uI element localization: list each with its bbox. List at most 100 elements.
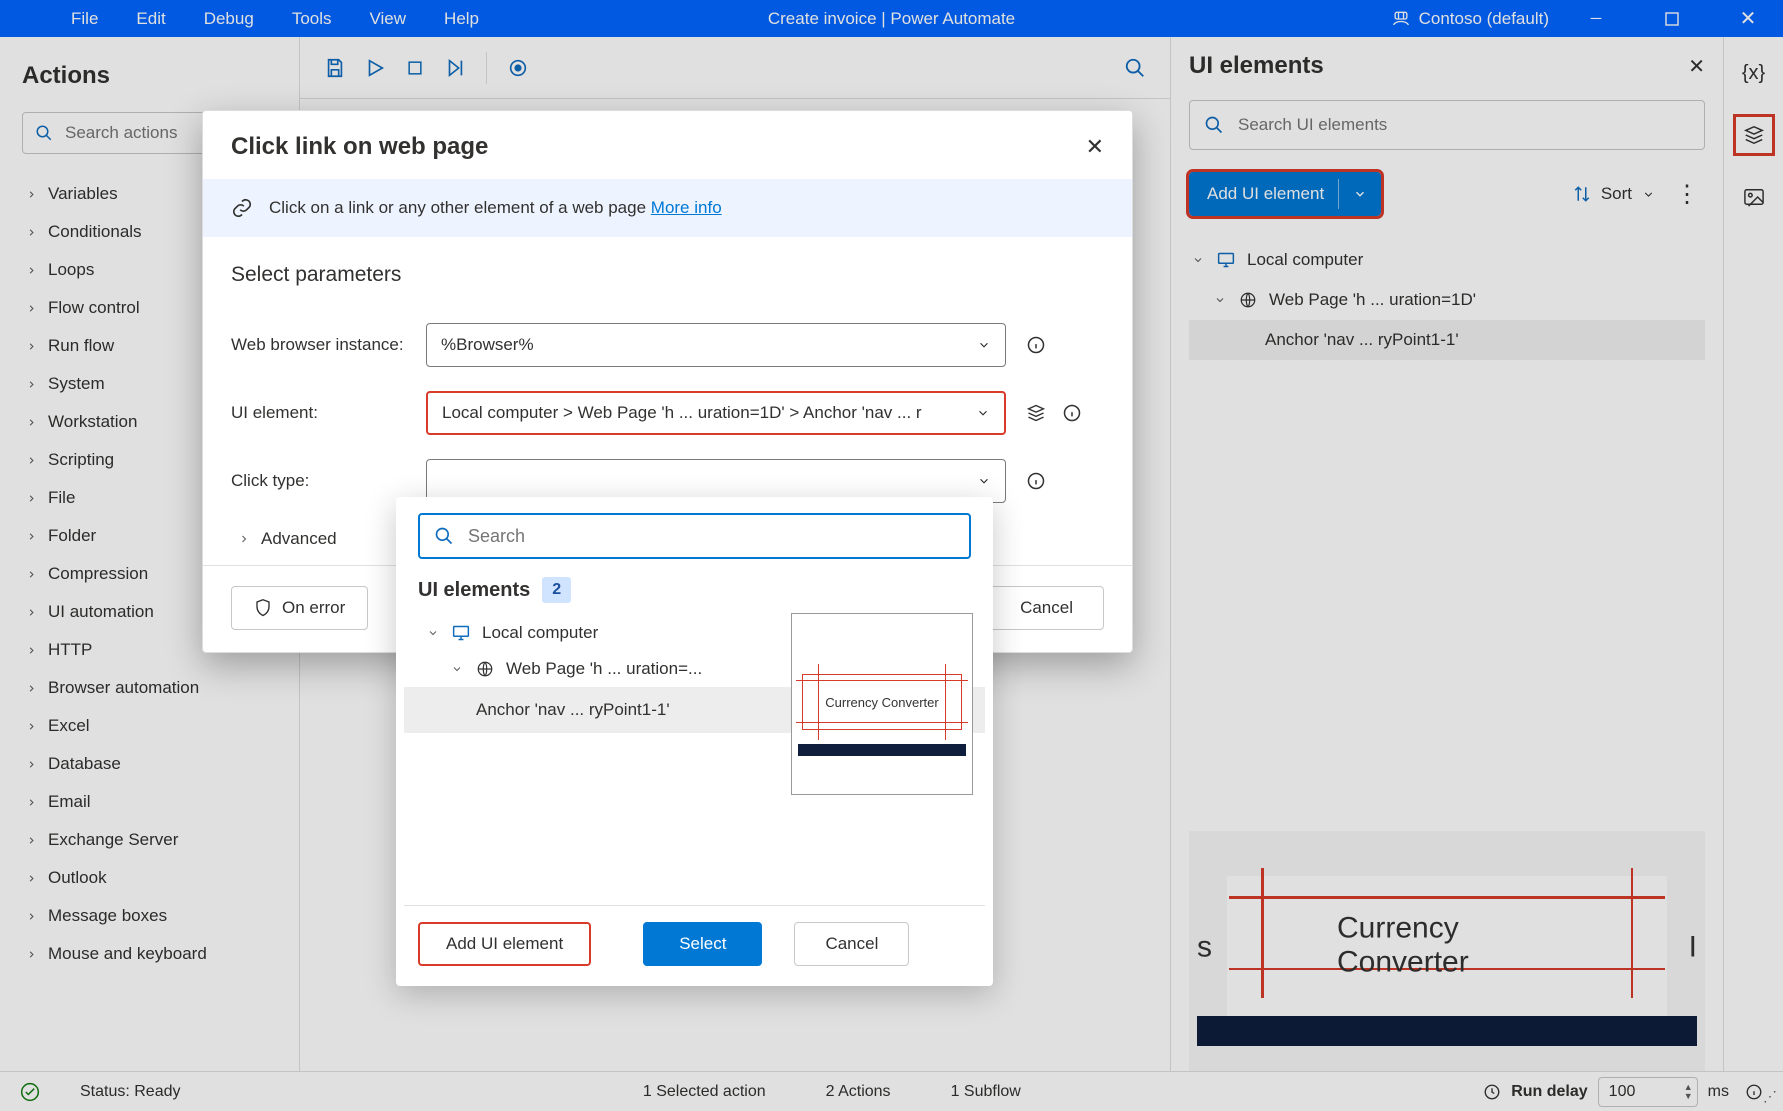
info-icon[interactable] bbox=[1026, 471, 1046, 491]
section-parameters: Select parameters bbox=[231, 263, 1104, 287]
tree-anchor[interactable]: Anchor 'nav ... ryPoint1-1' bbox=[1189, 320, 1705, 360]
chevron-right-icon bbox=[24, 683, 38, 694]
chevron-down-icon bbox=[976, 406, 990, 420]
picker-search-input[interactable] bbox=[466, 525, 955, 548]
computer-icon bbox=[1215, 251, 1237, 269]
resize-grip-icon[interactable]: ⋰ bbox=[1763, 1088, 1777, 1105]
action-category[interactable]: Excel bbox=[22, 708, 287, 744]
chevron-right-icon bbox=[24, 379, 38, 390]
tree-root[interactable]: Local computer bbox=[1189, 240, 1705, 280]
delay-value: 100 bbox=[1609, 1083, 1636, 1101]
chevron-right-icon bbox=[24, 569, 38, 580]
delay-input[interactable]: 100 ▲▼ bbox=[1598, 1077, 1698, 1107]
tree-page[interactable]: Web Page 'h ... uration=1D' bbox=[1189, 280, 1705, 320]
ui-elements-rail-button[interactable] bbox=[1736, 117, 1772, 153]
picker-add-button[interactable]: Add UI element bbox=[418, 922, 591, 966]
action-category-label: Run flow bbox=[48, 336, 114, 356]
menu-debug[interactable]: Debug bbox=[188, 3, 270, 35]
ui-search[interactable] bbox=[1189, 100, 1705, 150]
save-button[interactable] bbox=[318, 51, 352, 85]
on-error-label: On error bbox=[282, 598, 345, 618]
picker-count-badge: 2 bbox=[542, 577, 571, 603]
layers-icon[interactable] bbox=[1026, 403, 1046, 423]
picker-preview-text: Currency Converter bbox=[825, 695, 938, 710]
action-category-label: Variables bbox=[48, 184, 118, 204]
menu-tools[interactable]: Tools bbox=[276, 3, 348, 35]
chevron-down-icon bbox=[450, 663, 464, 675]
spinner-icon[interactable]: ▲▼ bbox=[1684, 1083, 1693, 1101]
uielement-dropdown[interactable]: Local computer > Web Page 'h ... uration… bbox=[426, 391, 1006, 435]
ui-pane-close[interactable]: ✕ bbox=[1688, 54, 1705, 79]
browser-dropdown[interactable]: %Browser% bbox=[426, 323, 1006, 367]
variables-rail-button[interactable]: {x} bbox=[1736, 55, 1772, 91]
chevron-right-icon bbox=[24, 645, 38, 656]
record-button[interactable] bbox=[501, 51, 535, 85]
tree-page-label: Web Page 'h ... uration=1D' bbox=[1269, 290, 1476, 310]
link-icon bbox=[231, 197, 253, 219]
on-error-button[interactable]: On error bbox=[231, 586, 368, 630]
account-name: Contoso (default) bbox=[1419, 9, 1549, 29]
menu-view[interactable]: View bbox=[354, 3, 423, 35]
tree-root-label: Local computer bbox=[1247, 250, 1363, 270]
sort-button[interactable]: Sort bbox=[1573, 184, 1655, 204]
step-button[interactable] bbox=[438, 51, 472, 85]
action-category-label: Excel bbox=[48, 716, 90, 736]
window-maximize[interactable] bbox=[1643, 0, 1701, 37]
chevron-right-icon bbox=[24, 759, 38, 770]
menu-help[interactable]: Help bbox=[428, 3, 495, 35]
chevron-right-icon bbox=[24, 341, 38, 352]
action-category-label: Scripting bbox=[48, 450, 114, 470]
dialog-title: Click link on web page bbox=[231, 133, 488, 161]
ui-pane-title: UI elements bbox=[1189, 52, 1324, 80]
info-icon[interactable] bbox=[1745, 1083, 1763, 1101]
action-category-label: System bbox=[48, 374, 105, 394]
chevron-right-icon bbox=[24, 265, 38, 276]
window-close[interactable]: ✕ bbox=[1719, 0, 1777, 37]
more-menu[interactable]: ⋮ bbox=[1669, 180, 1705, 209]
action-category[interactable]: Message boxes bbox=[22, 898, 287, 934]
window-title: Create invoice | Power Automate bbox=[768, 9, 1015, 29]
action-category[interactable]: Outlook bbox=[22, 860, 287, 896]
picker-select-button[interactable]: Select bbox=[643, 922, 762, 966]
action-category-label: UI automation bbox=[48, 602, 154, 622]
chevron-right-icon bbox=[24, 949, 38, 960]
ui-search-input[interactable] bbox=[1236, 114, 1690, 136]
info-icon[interactable] bbox=[1026, 335, 1046, 355]
uielement-label: UI element: bbox=[231, 403, 426, 423]
preview-crop-right: I bbox=[1669, 931, 1697, 965]
status-ready: Status: Ready bbox=[80, 1083, 181, 1101]
action-category[interactable]: Browser automation bbox=[22, 670, 287, 706]
action-category-label: Database bbox=[48, 754, 121, 774]
status-subflow: 1 Subflow bbox=[951, 1083, 1021, 1101]
run-button[interactable] bbox=[358, 51, 392, 85]
window-minimize[interactable]: ─ bbox=[1567, 0, 1625, 37]
picker-cancel-button[interactable]: Cancel bbox=[794, 922, 909, 966]
action-category[interactable]: Database bbox=[22, 746, 287, 782]
info-icon[interactable] bbox=[1062, 403, 1082, 423]
add-ui-element-button[interactable]: Add UI element bbox=[1189, 172, 1381, 216]
dialog-cancel-button[interactable]: Cancel bbox=[989, 586, 1104, 630]
account-picker[interactable]: Contoso (default) bbox=[1391, 9, 1549, 29]
action-category[interactable]: Email bbox=[22, 784, 287, 820]
clock-icon bbox=[1483, 1083, 1501, 1101]
more-info-link[interactable]: More info bbox=[651, 198, 722, 217]
picker-search[interactable] bbox=[418, 513, 971, 559]
actions-title: Actions bbox=[22, 62, 287, 90]
stop-button[interactable] bbox=[398, 51, 432, 85]
picker-root-label: Local computer bbox=[482, 623, 598, 643]
chevron-down-icon bbox=[977, 474, 991, 488]
images-rail-button[interactable] bbox=[1736, 179, 1772, 215]
dialog-close[interactable]: ✕ bbox=[1086, 134, 1104, 160]
chevron-down-icon bbox=[1213, 294, 1227, 306]
menu-file[interactable]: File bbox=[55, 3, 114, 35]
chevron-down-icon bbox=[426, 627, 440, 639]
action-category[interactable]: Exchange Server bbox=[22, 822, 287, 858]
menu-edit[interactable]: Edit bbox=[120, 3, 181, 35]
preview-text: Currency Converter bbox=[1337, 912, 1557, 980]
account-icon bbox=[1391, 9, 1411, 29]
check-icon bbox=[20, 1082, 40, 1102]
chevron-right-icon bbox=[24, 835, 38, 846]
action-category[interactable]: Mouse and keyboard bbox=[22, 936, 287, 972]
designer-search-button[interactable] bbox=[1118, 51, 1152, 85]
browser-label: Web browser instance: bbox=[231, 335, 426, 355]
